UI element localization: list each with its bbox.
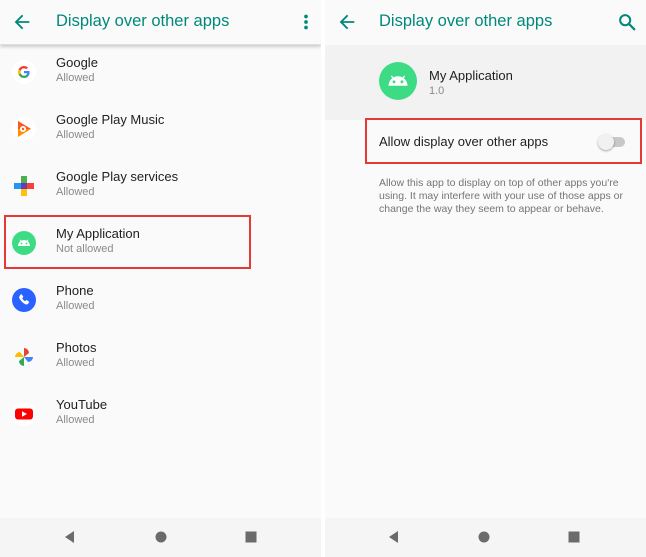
recents-square-icon[interactable] <box>566 529 582 545</box>
app-name: Photos <box>56 340 97 355</box>
app-name: Google <box>56 55 98 70</box>
app-name: YouTube <box>56 397 108 412</box>
list-item-phone[interactable]: Phone Allowed <box>0 273 321 330</box>
home-circle-icon[interactable] <box>153 529 169 545</box>
google-icon <box>12 60 36 84</box>
app-status: Allowed <box>56 72 95 84</box>
list-item-photos[interactable]: Photos Allowed <box>0 330 321 387</box>
back-triangle-icon[interactable] <box>386 529 402 545</box>
app-name: My Application <box>56 226 140 241</box>
app-status: Allowed <box>56 300 95 312</box>
page-title: Display over other apps <box>379 12 553 30</box>
app-status: Not allowed <box>56 243 114 255</box>
recents-square-icon[interactable] <box>243 529 259 545</box>
app-status: Allowed <box>56 414 95 426</box>
app-header: My Application 1.0 <box>325 45 646 120</box>
app-name: My Application <box>429 68 513 83</box>
play-music-icon <box>12 117 36 141</box>
app-version: 1.0 <box>429 85 445 97</box>
list-item-google-play-music[interactable]: Google Play Music Allowed <box>0 102 321 159</box>
search-icon[interactable] <box>616 11 638 33</box>
more-vert-icon[interactable] <box>295 11 317 33</box>
back-triangle-icon[interactable] <box>62 529 78 545</box>
android-icon <box>379 62 417 100</box>
left-screen: Display over other apps Google Allowed G… <box>0 0 321 557</box>
page-title: Display over other apps <box>56 12 230 30</box>
nav-bar <box>0 518 321 557</box>
right-screen: Display over other apps My Application 1… <box>325 0 646 557</box>
photos-icon <box>15 348 33 366</box>
app-status: Allowed <box>56 129 95 141</box>
play-services-icon <box>14 176 34 196</box>
app-bar: Display over other apps <box>0 0 321 45</box>
youtube-icon <box>12 402 36 426</box>
allow-display-toggle-row[interactable]: Allow display over other apps <box>365 120 646 164</box>
app-bar: Display over other apps <box>325 0 646 45</box>
app-name: Google Play Music <box>56 112 165 127</box>
app-status: Allowed <box>56 357 95 369</box>
phone-icon <box>12 288 36 312</box>
list-item-my-application[interactable]: My Application Not allowed <box>0 216 321 273</box>
list-item-google-play-services[interactable]: Google Play services Allowed <box>0 159 321 216</box>
app-name: Google Play services <box>56 169 179 184</box>
toggle-label: Allow display over other apps <box>379 134 549 149</box>
app-status: Allowed <box>56 186 95 198</box>
android-icon <box>12 231 36 255</box>
toggle-switch[interactable] <box>598 134 614 150</box>
permission-description: Allow this app to display on top of othe… <box>379 177 623 215</box>
list-item-google[interactable]: Google Allowed <box>0 45 321 102</box>
home-circle-icon[interactable] <box>476 529 492 545</box>
app-name: Phone <box>56 283 94 298</box>
arrow-back-icon[interactable] <box>336 11 358 33</box>
nav-bar <box>325 518 646 557</box>
list-item-youtube[interactable]: YouTube Allowed <box>0 387 321 444</box>
arrow-back-icon[interactable] <box>11 11 33 33</box>
